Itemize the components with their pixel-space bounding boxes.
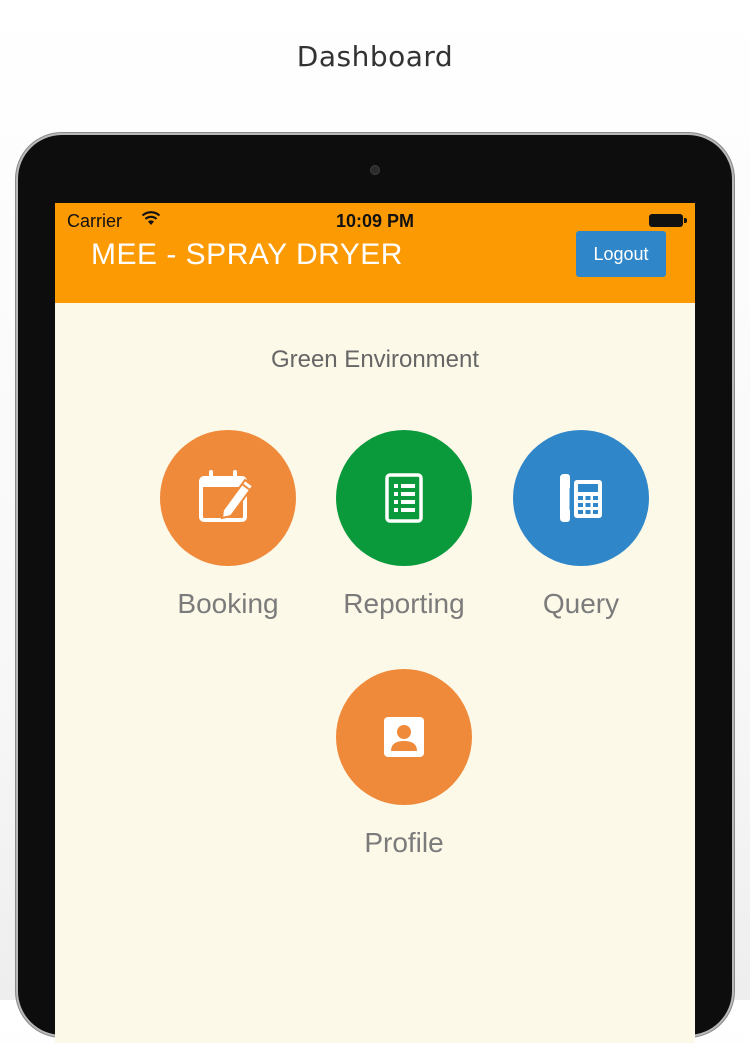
- profile-label: Profile: [364, 827, 444, 858]
- app-screen: Carrier 10:09 PM MEE - SPRAY DRYER Logou…: [55, 203, 695, 1043]
- camera-dot: [370, 165, 380, 175]
- phone-icon: [560, 474, 602, 522]
- app-header: Carrier 10:09 PM MEE - SPRAY DRYER Logou…: [55, 203, 695, 303]
- page-caption: Dashboard: [296, 40, 454, 73]
- report-list-icon: [385, 473, 423, 523]
- reporting-circle[interactable]: [336, 430, 472, 566]
- reporting-label: Reporting: [343, 588, 465, 619]
- profile-card-icon: [384, 717, 424, 757]
- app-title: MEE - SPRAY DRYER: [91, 238, 403, 271]
- query-circle[interactable]: [513, 430, 649, 566]
- menu-item-query[interactable]: Query: [491, 430, 671, 620]
- menu-item-booking[interactable]: Booking: [138, 430, 318, 620]
- tablet-frame: Carrier 10:09 PM MEE - SPRAY DRYER Logou…: [18, 135, 732, 1043]
- status-time: 10:09 PM: [335, 211, 415, 231]
- profile-circle[interactable]: [336, 669, 472, 805]
- menu-item-reporting[interactable]: Reporting: [314, 430, 494, 620]
- calendar-edit-icon: [199, 470, 255, 522]
- organization-name: Green Environment: [270, 346, 480, 373]
- query-label: Query: [542, 588, 620, 619]
- logout-button[interactable]: Logout: [576, 231, 666, 277]
- booking-label: Booking: [177, 588, 279, 619]
- booking-circle[interactable]: [160, 430, 296, 566]
- menu-item-profile[interactable]: Profile: [314, 669, 494, 859]
- battery-icon: [649, 214, 687, 227]
